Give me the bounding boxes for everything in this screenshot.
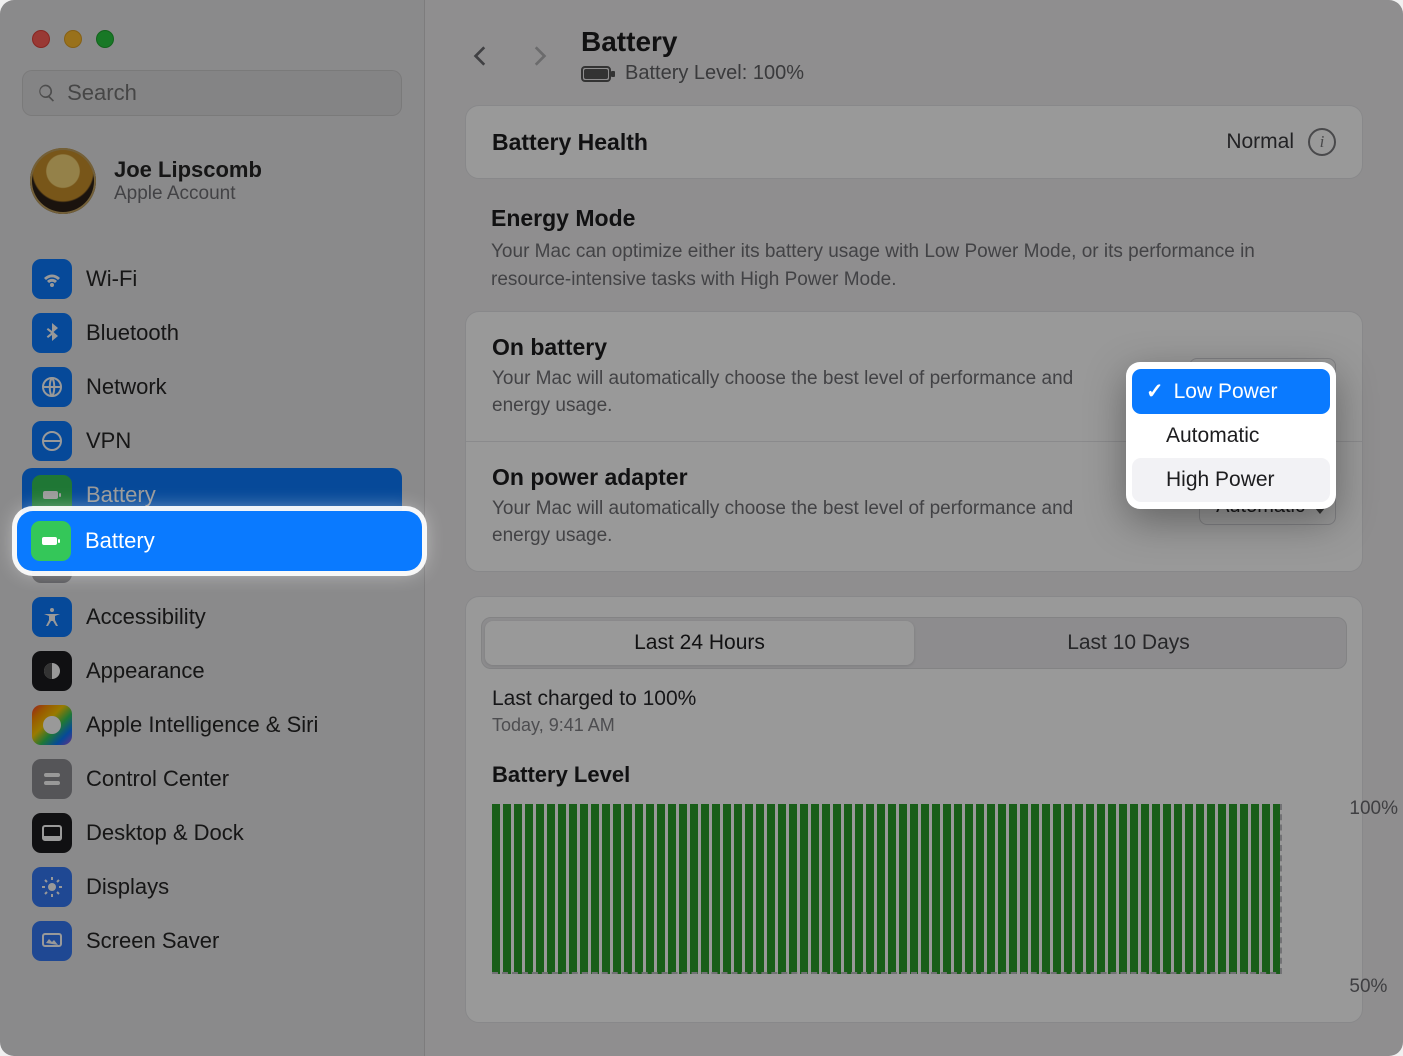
history-segmented-control[interactable]: Last 24 HoursLast 10 Days: [481, 617, 1347, 669]
battery-icon: [31, 521, 71, 561]
account-row[interactable]: Joe Lipscomb Apple Account: [22, 144, 402, 238]
settings-window: Joe Lipscomb Apple Account Wi-Fi Bluetoot…: [0, 0, 1403, 1056]
zoom-button[interactable]: [96, 30, 114, 48]
energy-mode-popup[interactable]: Low Power Automatic High Power: [1126, 362, 1336, 509]
sidebar-item-label: Displays: [86, 874, 169, 900]
forward-button[interactable]: [523, 40, 555, 72]
sidebar-item-vpn[interactable]: VPN: [22, 414, 402, 468]
battery-health-value: Normal: [1226, 130, 1294, 154]
search-icon: [37, 82, 57, 104]
sidebar-item-accessibility[interactable]: Accessibility: [22, 590, 402, 644]
sidebar-item-appearance[interactable]: Appearance: [22, 644, 402, 698]
sidebar-item-battery-highlight[interactable]: Battery: [17, 511, 422, 571]
sidebar-item-desktop-dock[interactable]: Desktop & Dock: [22, 806, 402, 860]
sidebar-item-label: Desktop & Dock: [86, 820, 244, 846]
sidebar-item-wi-fi[interactable]: Wi-Fi: [22, 252, 402, 306]
minimize-button[interactable]: [64, 30, 82, 48]
segment-last-10-days[interactable]: Last 10 Days: [914, 621, 1343, 665]
energy-row-title: On power adapter: [492, 464, 1199, 491]
account-name: Joe Lipscomb: [114, 157, 262, 183]
close-button[interactable]: [32, 30, 50, 48]
last-charged-title: Last charged to 100%: [492, 687, 1336, 711]
sidebar-item-label: Wi-Fi: [86, 266, 137, 292]
last-charged-subtitle: Today, 9:41 AM: [492, 715, 1336, 736]
sidebar-item-apple-intelligence-siri[interactable]: Apple Intelligence & Siri: [22, 698, 402, 752]
page-title: Battery: [581, 26, 804, 58]
sidebar-item-label: Accessibility: [86, 604, 206, 630]
dock-icon: [32, 813, 72, 853]
sidebar-item-label: Battery: [85, 528, 155, 554]
energy-mode-desc: Your Mac can optimize either its battery…: [465, 238, 1363, 311]
back-button[interactable]: [465, 40, 497, 72]
battery-level-text: Battery Level: 100%: [625, 62, 804, 85]
sidebar-item-bluetooth[interactable]: Bluetooth: [22, 306, 402, 360]
sidebar-item-label: Battery: [86, 482, 156, 508]
window-controls: [22, 0, 402, 70]
main-content: Battery Battery Level: 100% Battery Heal…: [425, 0, 1403, 1056]
sidebar-item-screen-saver[interactable]: Screen Saver: [22, 914, 402, 968]
page-subtitle: Battery Level: 100%: [581, 62, 804, 85]
avatar: [30, 148, 96, 214]
axis-label-100: 100%: [1349, 798, 1398, 820]
displays-icon: [32, 867, 72, 907]
sidebar-item-label: Appearance: [86, 658, 205, 684]
segment-last-24-hours[interactable]: Last 24 Hours: [485, 621, 914, 665]
history-card: Last 24 HoursLast 10 Days Last charged t…: [465, 596, 1363, 1023]
wifi-icon: [32, 259, 72, 299]
search-field[interactable]: [22, 70, 402, 116]
accessibility-icon: [32, 597, 72, 637]
battery-icon: [32, 475, 72, 515]
info-icon[interactable]: i: [1308, 128, 1336, 156]
content-header: Battery Battery Level: 100%: [465, 14, 1363, 105]
axis-label-50: 50%: [1349, 976, 1398, 998]
energy-row-desc: Your Mac will automatically choose the b…: [492, 366, 1112, 419]
search-input[interactable]: [67, 80, 387, 106]
sidebar-item-displays[interactable]: Displays: [22, 860, 402, 914]
controlcenter-icon: [32, 759, 72, 799]
vpn-icon: [32, 421, 72, 461]
siri-icon: [32, 705, 72, 745]
popup-option-label: High Power: [1166, 468, 1275, 492]
sidebar-item-label: Apple Intelligence & Siri: [86, 712, 318, 738]
account-subtitle: Apple Account: [114, 183, 262, 205]
sidebar-item-network[interactable]: Network: [22, 360, 402, 414]
battery-level-chart: 100% 50%: [492, 798, 1336, 998]
screensaver-icon: [32, 921, 72, 961]
popup-option-automatic[interactable]: Automatic: [1132, 414, 1330, 458]
sidebar-item-label: Bluetooth: [86, 320, 179, 346]
sidebar-item-label: VPN: [86, 428, 131, 454]
sidebar-item-label: Network: [86, 374, 167, 400]
battery-level-heading: Battery Level: [466, 744, 1362, 798]
battery-health-card: Battery Health Normal i: [465, 105, 1363, 179]
sidebar-item-label: Screen Saver: [86, 928, 219, 954]
energy-row-desc: Your Mac will automatically choose the b…: [492, 496, 1112, 549]
energy-row-title: On battery: [492, 334, 1189, 361]
battery-icon: [581, 66, 611, 82]
popup-option-label: Low Power: [1174, 380, 1278, 404]
sidebar-item-label: Control Center: [86, 766, 229, 792]
battery-health-label: Battery Health: [492, 129, 648, 156]
popup-option-low-power[interactable]: Low Power: [1132, 369, 1330, 414]
sidebar-item-control-center[interactable]: Control Center: [22, 752, 402, 806]
popup-option-high-power[interactable]: High Power: [1132, 458, 1330, 502]
popup-option-label: Automatic: [1166, 424, 1259, 448]
appearance-icon: [32, 651, 72, 691]
network-icon: [32, 367, 72, 407]
bluetooth-icon: [32, 313, 72, 353]
energy-mode-title: Energy Mode: [465, 203, 1363, 238]
